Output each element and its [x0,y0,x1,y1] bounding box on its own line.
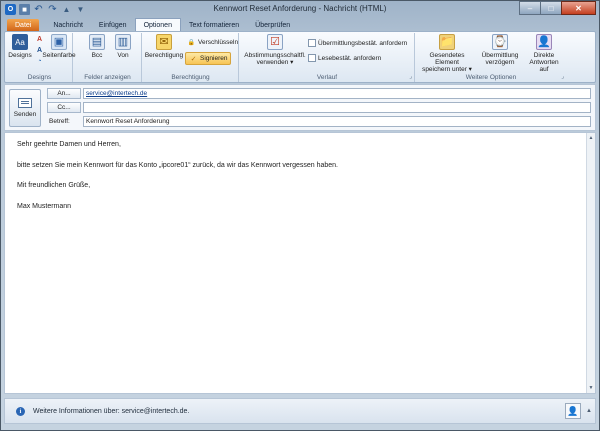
abstimmung-button[interactable]: ☑ Abstimmungsschaltfl. verwenden ▾ [244,34,306,66]
message-text[interactable]: Sehr geehrte Damen und Herren, bitte set… [17,141,338,223]
von-button[interactable]: ▥ Von [114,34,132,59]
message-greeting: Sehr geehrte Damen und Herren, [17,141,121,148]
direkte-antworten-button[interactable]: 👤 Direkte Antworten auf [524,34,564,73]
delay-delivery-icon: ⌚ [492,34,508,50]
page-color-icon: ▣ [51,34,67,50]
tab-optionen[interactable]: Optionen [134,18,181,31]
tab-ueberpruefen[interactable]: Überprüfen [247,19,298,31]
window-controls: – □ ✕ [519,1,596,15]
designs-icon: Aa [12,34,28,50]
ribbon-optionen: Aa Designs A A ◔ ▣ Seitenfarbe Designs ▤… [4,31,596,83]
verlauf-launcher-icon[interactable]: ⌟ [409,73,412,80]
verschluesseln-button[interactable]: 🔒 Verschlüsseln [187,38,238,47]
close-button[interactable]: ✕ [561,1,596,15]
seitenfarbe-label: Seitenfarbe [42,52,76,59]
message-body[interactable]: Sehr geehrte Damen und Herren, bitte set… [4,132,596,394]
signieren-button[interactable]: ✓ Signieren [185,52,232,65]
bcc-label: Bcc [91,52,103,59]
tab-text-formatieren[interactable]: Text formatieren [181,19,247,31]
sign-icon: ✓ [190,55,197,63]
to-field[interactable]: service@intertech.de [83,88,591,99]
uebermittlung-label: Übermittlungsbestät. anfordern [318,39,408,47]
group-label-verlauf: Verlauf [316,74,338,81]
von-icon: ▥ [115,34,131,50]
group-label-weitere: Weitere Optionen [465,74,517,81]
uebermittlung-verzoegern-button[interactable]: ⌚ Übermittlung verzögern [480,34,520,66]
weitere-launcher-icon[interactable]: ⌟ [561,73,564,80]
message-signature: Max Mustermann [17,202,72,210]
people-pane-infobar: i Weitere Informationen über: service@in… [4,398,596,424]
theme-colors-button[interactable]: A [35,35,44,44]
gesendetes-label-line1: Gesendetes Element [429,52,465,66]
uebermittlung-checkbox[interactable] [308,39,316,47]
send-icon [18,98,32,108]
expand-people-pane-icon[interactable]: ▲ [586,408,592,414]
group-weitere-optionen: 📁 Gesendetes Element speichern unter ▾ ⌚… [416,33,566,82]
tab-datei[interactable]: Datei [7,19,40,31]
scroll-up-icon[interactable]: ▲ [587,134,595,142]
maximize-button[interactable]: □ [540,1,562,15]
send-button[interactable]: Senden [9,89,41,127]
group-label-designs: Designs [27,74,52,81]
bcc-button[interactable]: ▤ Bcc [88,34,106,59]
outlook-message-window: O ■ ↶ ↷ ▲ ▼ Kennwort Reset Anforderung -… [0,0,600,431]
direkte-label-line2: Antworten auf [529,59,559,73]
lesebestaetigung-checkbox[interactable] [308,54,316,62]
info-icon: i [16,407,25,416]
theme-colors-icon: A [36,36,43,43]
signieren-label: Signieren [200,55,228,62]
tab-einfuegen[interactable]: Einfügen [91,19,135,31]
uebermittlung-checkbox-row[interactable]: Übermittlungsbestät. anfordern [308,39,407,47]
info-text[interactable]: Weitere Informationen über: service@inte… [33,408,189,415]
permission-icon: ✉ [156,34,172,50]
group-berechtigung: ✉ Berechtigung 🔒 Verschlüsseln ✓ Signier… [143,33,239,82]
cc-button[interactable]: Cc... [47,102,81,113]
vertical-scrollbar[interactable]: ▲ ▼ [586,133,595,393]
message-paragraph: bitte setzen Sie mein Kennwort für das K… [17,161,339,169]
minimize-button[interactable]: – [519,1,541,15]
subject-label: Betreff: [49,118,70,125]
lesebestaetigung-label: Lesebestät. anfordern [318,54,382,62]
ribbon-tabs: Datei Nachricht Einfügen Optionen Text f… [7,18,298,31]
group-designs: Aa Designs A A ◔ ▣ Seitenfarbe Designs [7,33,76,82]
seitenfarbe-button[interactable]: ▣ Seitenfarbe [42,34,76,59]
subject-field[interactable]: Kennwort Reset Anforderung [83,116,591,127]
voting-buttons-icon: ☑ [267,34,283,50]
window-title: Kennwort Reset Anforderung - Nachricht (… [213,4,387,13]
gesendetes-label-line2: speichern unter ▾ [422,66,472,73]
abstimmung-label-line2: verwenden ▾ [256,59,294,66]
send-label: Senden [13,111,37,118]
gesendetes-element-button[interactable]: 📁 Gesendetes Element speichern unter ▾ [418,34,476,73]
lesebestaetigung-checkbox-row[interactable]: Lesebestät. anfordern [308,54,381,62]
von-label: Von [117,52,129,59]
group-verlauf: ☑ Abstimmungsschaltfl. verwenden ▾ Überm… [240,33,415,82]
message-closing: Mit freundlichen Grüße, [17,182,91,189]
lock-icon: 🔒 [187,40,196,46]
compose-header: Senden An... service@intertech.de Cc... … [4,84,596,131]
group-felder-anzeigen: ▤ Bcc ▥ Von Felder anzeigen [74,33,142,82]
designs-label: Designs [8,52,32,59]
designs-button[interactable]: Aa Designs [8,34,32,59]
contact-picture-icon[interactable]: 👤 [565,403,581,419]
group-label-berechtigung: Berechtigung [171,74,210,81]
tab-nachricht[interactable]: Nachricht [45,19,91,31]
verzoegern-label-line1: Übermittlung [481,52,519,59]
bcc-icon: ▤ [89,34,105,50]
berechtigung-label: Berechtigung [144,52,184,59]
save-sent-item-icon: 📁 [439,34,455,50]
direkte-label-line1: Direkte [533,52,555,59]
group-label-felder: Felder anzeigen [84,74,131,81]
verschluesseln-label: Verschlüsseln [198,39,239,46]
to-button[interactable]: An... [47,88,81,99]
berechtigung-button[interactable]: ✉ Berechtigung [145,34,183,59]
cc-field[interactable] [83,102,591,113]
verzoegern-label-line2: verzögern [485,59,515,66]
direct-replies-icon: 👤 [536,34,552,50]
to-recipient[interactable]: service@intertech.de [86,90,147,97]
abstimmung-label-line1: Abstimmungsschaltfl. [244,52,306,59]
title-bar: O ■ ↶ ↷ ▲ ▼ Kennwort Reset Anforderung -… [1,1,599,18]
scroll-down-icon[interactable]: ▼ [587,384,595,392]
